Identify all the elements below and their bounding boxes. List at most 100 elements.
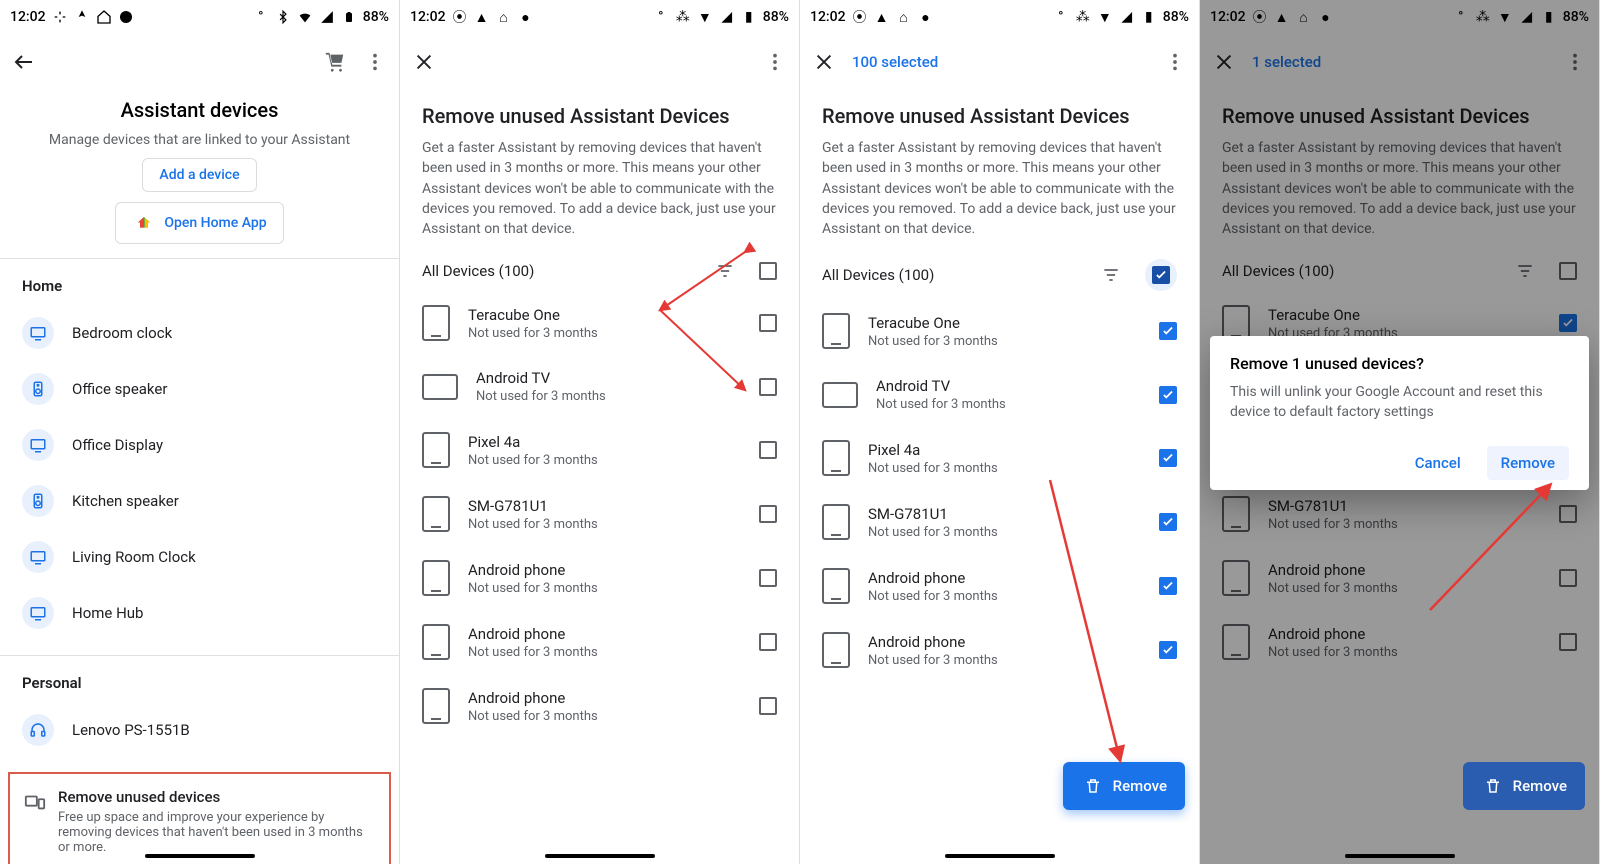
device-row[interactable]: Android phoneNot used for 3 months (400, 674, 799, 738)
device-row[interactable]: Living Room Clock (0, 529, 399, 585)
device-row[interactable]: Office speaker (0, 361, 399, 417)
nav-pill[interactable] (945, 854, 1055, 858)
add-device-button[interactable]: Add a device (142, 158, 256, 192)
device-subtext: Not used for 3 months (468, 517, 741, 532)
cancel-button[interactable]: Cancel (1405, 446, 1471, 480)
home-section-header: Home (0, 259, 399, 305)
device-row[interactable]: SM-G781U1Not used for 3 months (1200, 482, 1599, 546)
more-icon[interactable] (363, 50, 387, 74)
device-subtext: Not used for 3 months (876, 397, 1141, 412)
device-subtext: Not used for 3 months (468, 581, 741, 596)
filter-icon[interactable] (1513, 259, 1537, 283)
device-checkbox[interactable] (1159, 449, 1177, 467)
device-row[interactable]: Kitchen speaker (0, 473, 399, 529)
remove-card-body: Free up space and improve your experienc… (58, 810, 375, 855)
device-label: Lenovo PS-1551B (72, 721, 190, 739)
device-checkbox[interactable] (759, 314, 777, 332)
dialog-body: This will unlink your Google Account and… (1230, 383, 1569, 422)
device-subtext: Not used for 3 months (868, 653, 1141, 668)
remove-unused-card[interactable]: Remove unused devices Free up space and … (8, 772, 391, 864)
device-checkbox[interactable] (759, 697, 777, 715)
status-bar: 12:02 ⦿▲⌂● °⁂▼◢▮ 88% (1200, 0, 1599, 34)
open-home-label: Open Home App (164, 215, 266, 231)
device-row[interactable]: Android TVNot used for 3 months (400, 355, 799, 418)
device-row[interactable]: Android phoneNot used for 3 months (400, 546, 799, 610)
device-row[interactable]: SM-G781U1Not used for 3 months (800, 490, 1199, 554)
device-checkbox[interactable] (1159, 577, 1177, 595)
device-row[interactable]: Lenovo PS-1551B (0, 702, 399, 758)
device-row[interactable]: Office Display (0, 417, 399, 473)
phone-icon (822, 504, 850, 540)
nav-pill[interactable] (545, 854, 655, 858)
device-checkbox[interactable] (759, 633, 777, 651)
phone-icon (822, 632, 850, 668)
remove-title: Remove unused Assistant Devices (400, 90, 799, 134)
device-name: Android phone (868, 633, 1141, 651)
more-icon[interactable] (1163, 50, 1187, 74)
device-checkbox[interactable] (759, 441, 777, 459)
device-row[interactable]: Android phone Not used for 3 months (800, 618, 1199, 682)
nav-pill[interactable] (1345, 854, 1455, 858)
cart-icon[interactable] (323, 50, 347, 74)
nav-pill[interactable] (145, 854, 255, 858)
confirm-dialog: Remove 1 unused devices? This will unlin… (1210, 336, 1589, 490)
more-icon[interactable] (763, 50, 787, 74)
filter-icon[interactable] (713, 259, 737, 283)
remove-body: Get a faster Assistant by removing devic… (400, 134, 799, 249)
device-row[interactable]: Pixel 4aNot used for 3 months (800, 426, 1199, 490)
device-checkbox[interactable] (1159, 322, 1177, 340)
back-icon[interactable] (12, 50, 36, 74)
device-checkbox[interactable] (759, 505, 777, 523)
filter-icon[interactable] (1099, 263, 1123, 287)
select-all-checkbox[interactable] (1559, 262, 1577, 280)
remove-body: Get a faster Assistant by removing devic… (1200, 134, 1599, 249)
close-icon[interactable] (1212, 50, 1236, 74)
device-subtext: Not used for 3 months (468, 709, 741, 724)
device-checkbox[interactable] (759, 378, 777, 396)
select-all-checkbox[interactable] (1145, 259, 1177, 291)
screen-remove-selected: 12:02 ⦿▲⌂● °⁂▼◢▮ 88% 100 selected Remove… (800, 0, 1200, 864)
remove-button[interactable]: Remove (1463, 762, 1585, 810)
device-row[interactable]: Android phoneNot used for 3 months (800, 554, 1199, 618)
device-row[interactable]: Teracube OneNot used for 3 months (800, 299, 1199, 363)
device-label: Living Room Clock (72, 548, 196, 566)
device-checkbox[interactable] (1559, 569, 1577, 587)
remove-button[interactable]: Remove (1063, 762, 1185, 810)
device-row[interactable]: Home Hub (0, 585, 399, 641)
select-all-checkbox[interactable] (759, 262, 777, 280)
remove-button-label: Remove (1113, 777, 1167, 795)
device-name: Pixel 4a (468, 433, 741, 451)
device-name: Android TV (876, 377, 1141, 395)
all-devices-row: All Devices (100) (1200, 249, 1599, 291)
slack-icon (52, 9, 68, 25)
device-row[interactable]: SM-G781U1Not used for 3 months (400, 482, 799, 546)
device-subtext: Not used for 3 months (476, 389, 741, 404)
device-row[interactable]: Android phoneNot used for 3 months (400, 610, 799, 674)
add-device-label: Add a device (159, 167, 239, 183)
device-row[interactable]: Pixel 4aNot used for 3 months (400, 418, 799, 482)
device-row[interactable]: Android TV Not used for 3 months (800, 363, 1199, 426)
close-icon[interactable] (812, 50, 836, 74)
device-label: Office Display (72, 436, 163, 454)
more-icon[interactable] (1563, 50, 1587, 74)
wifi-icon (297, 9, 313, 25)
device-checkbox[interactable] (1559, 505, 1577, 523)
device-row[interactable]: Bedroom clock (0, 305, 399, 361)
device-label: Bedroom clock (72, 324, 172, 342)
device-checkbox[interactable] (1159, 513, 1177, 531)
battery-text: 88% (363, 9, 389, 25)
device-checkbox[interactable] (1159, 641, 1177, 659)
device-checkbox[interactable] (1559, 314, 1577, 332)
speaker-icon (22, 485, 54, 517)
device-row[interactable]: Android phoneNot used for 3 months (1200, 546, 1599, 610)
confirm-remove-button[interactable]: Remove (1487, 446, 1569, 480)
device-checkbox[interactable] (759, 569, 777, 587)
device-checkbox[interactable] (1159, 386, 1177, 404)
device-name: Android phone (1268, 625, 1541, 643)
open-home-button[interactable]: Open Home App (115, 202, 283, 244)
clock-icon (22, 317, 54, 349)
close-icon[interactable] (412, 50, 436, 74)
device-checkbox[interactable] (1559, 633, 1577, 651)
device-row[interactable]: Teracube OneNot used for 3 months (400, 291, 799, 355)
device-row[interactable]: Android phoneNot used for 3 months (1200, 610, 1599, 674)
